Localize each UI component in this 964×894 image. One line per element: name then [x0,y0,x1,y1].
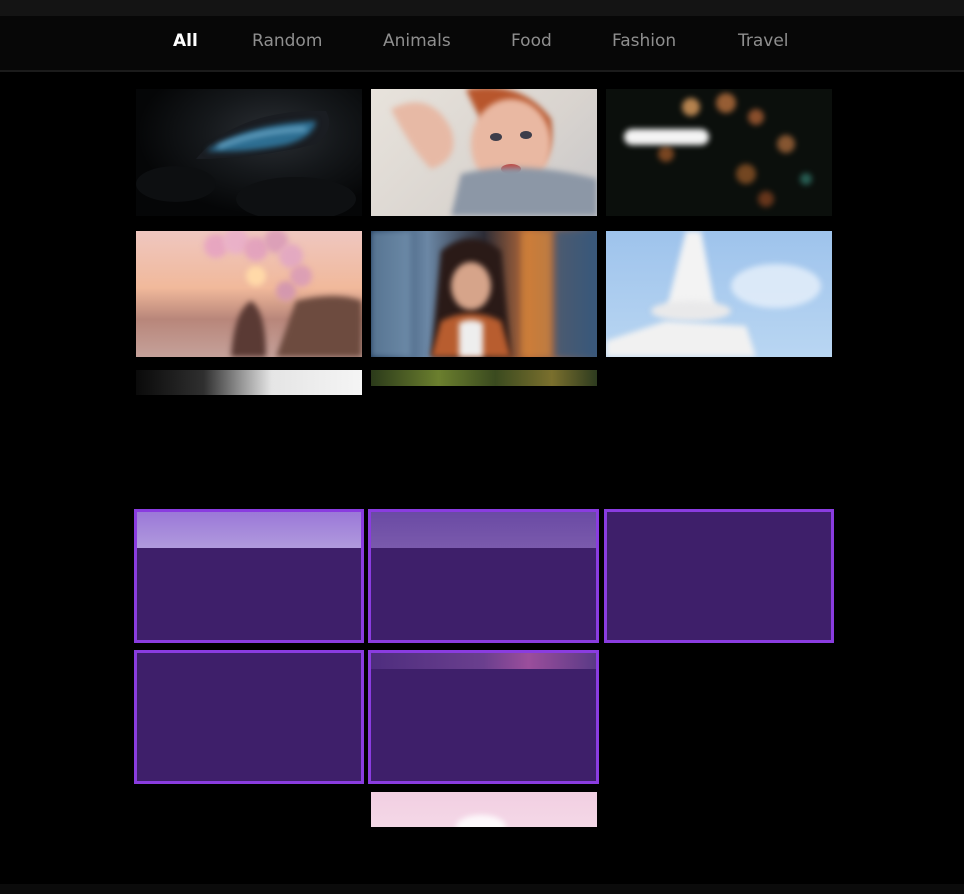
image-placeholder [604,509,834,643]
gallery-image-partial-green[interactable] [371,370,597,386]
nav-item-travel[interactable]: Travel [738,31,789,51]
gallery-image-tower[interactable] [606,231,832,357]
gallery-image-balloons[interactable] [136,231,362,357]
nav-item-fashion[interactable]: Fashion [612,31,676,51]
image-placeholder [368,509,599,643]
girl-with-fabrics-photo [371,231,597,357]
top-bar [0,0,964,16]
gallery-image-partial-grey[interactable] [136,370,362,395]
nav-item-food[interactable]: Food [511,31,552,51]
gallery-image-partial-pink[interactable] [371,792,597,827]
category-nav: All Random Animals Food Fashion Travel [0,16,964,72]
city-bokeh-lights-photo [624,93,812,207]
image-placeholder [368,650,599,784]
balloons-sunset-photo [204,231,362,357]
gallery-image-bokeh[interactable] [606,89,832,216]
gallery-image-car[interactable] [136,89,362,216]
pink-flower-photo [456,815,506,827]
nav-item-all[interactable]: All [173,31,198,51]
gallery-image-girl[interactable] [371,231,597,357]
car-interior-photo [136,110,356,216]
white-tower-sky-photo [606,231,821,357]
image-placeholder [134,650,364,784]
nav-item-animals[interactable]: Animals [383,31,451,51]
gallery-image-woman[interactable] [371,89,597,216]
bottom-bar [0,884,964,894]
image-placeholder [134,509,364,643]
nav-item-random[interactable]: Random [252,31,322,51]
woman-portrait-photo [391,89,597,216]
